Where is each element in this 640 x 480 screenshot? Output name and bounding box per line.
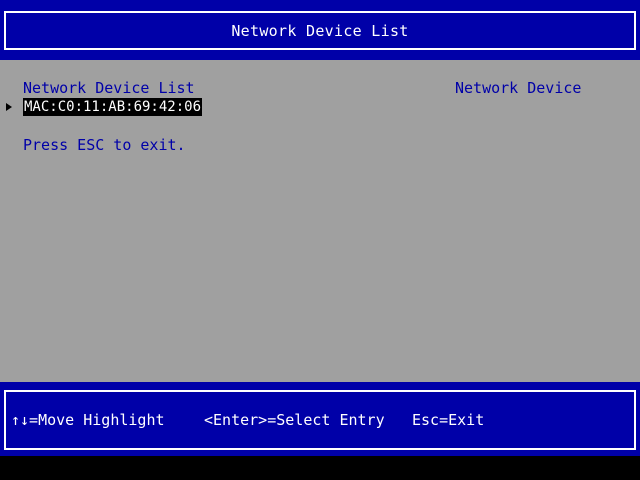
footer-bar: ↑↓=Move Highlight <Enter>=Select Entry E… [0,382,640,456]
list-item[interactable]: MAC:C0:11:AB:69:42:06 [6,97,203,116]
help-heading: Network Device [455,79,582,97]
esc-exit-hint: Esc=Exit [412,411,485,429]
network-device-entry[interactable]: MAC:C0:11:AB:69:42:06 [23,97,203,116]
bottom-strip [0,456,640,480]
selection-pointer-icon [6,102,12,111]
main-panel: Network Device List Network Device MAC:C… [0,60,640,382]
bios-screen: Network Device List Network Device List … [0,0,640,480]
exit-hint: Press ESC to exit. [23,136,186,154]
header-bar: Network Device List [0,0,640,60]
list-heading: Network Device List [23,79,195,97]
move-highlight-hint: ↑↓=Move Highlight [11,411,165,429]
select-entry-hint: <Enter>=Select Entry [204,411,385,429]
page-title: Network Device List [231,21,409,40]
header-frame: Network Device List [4,11,636,50]
